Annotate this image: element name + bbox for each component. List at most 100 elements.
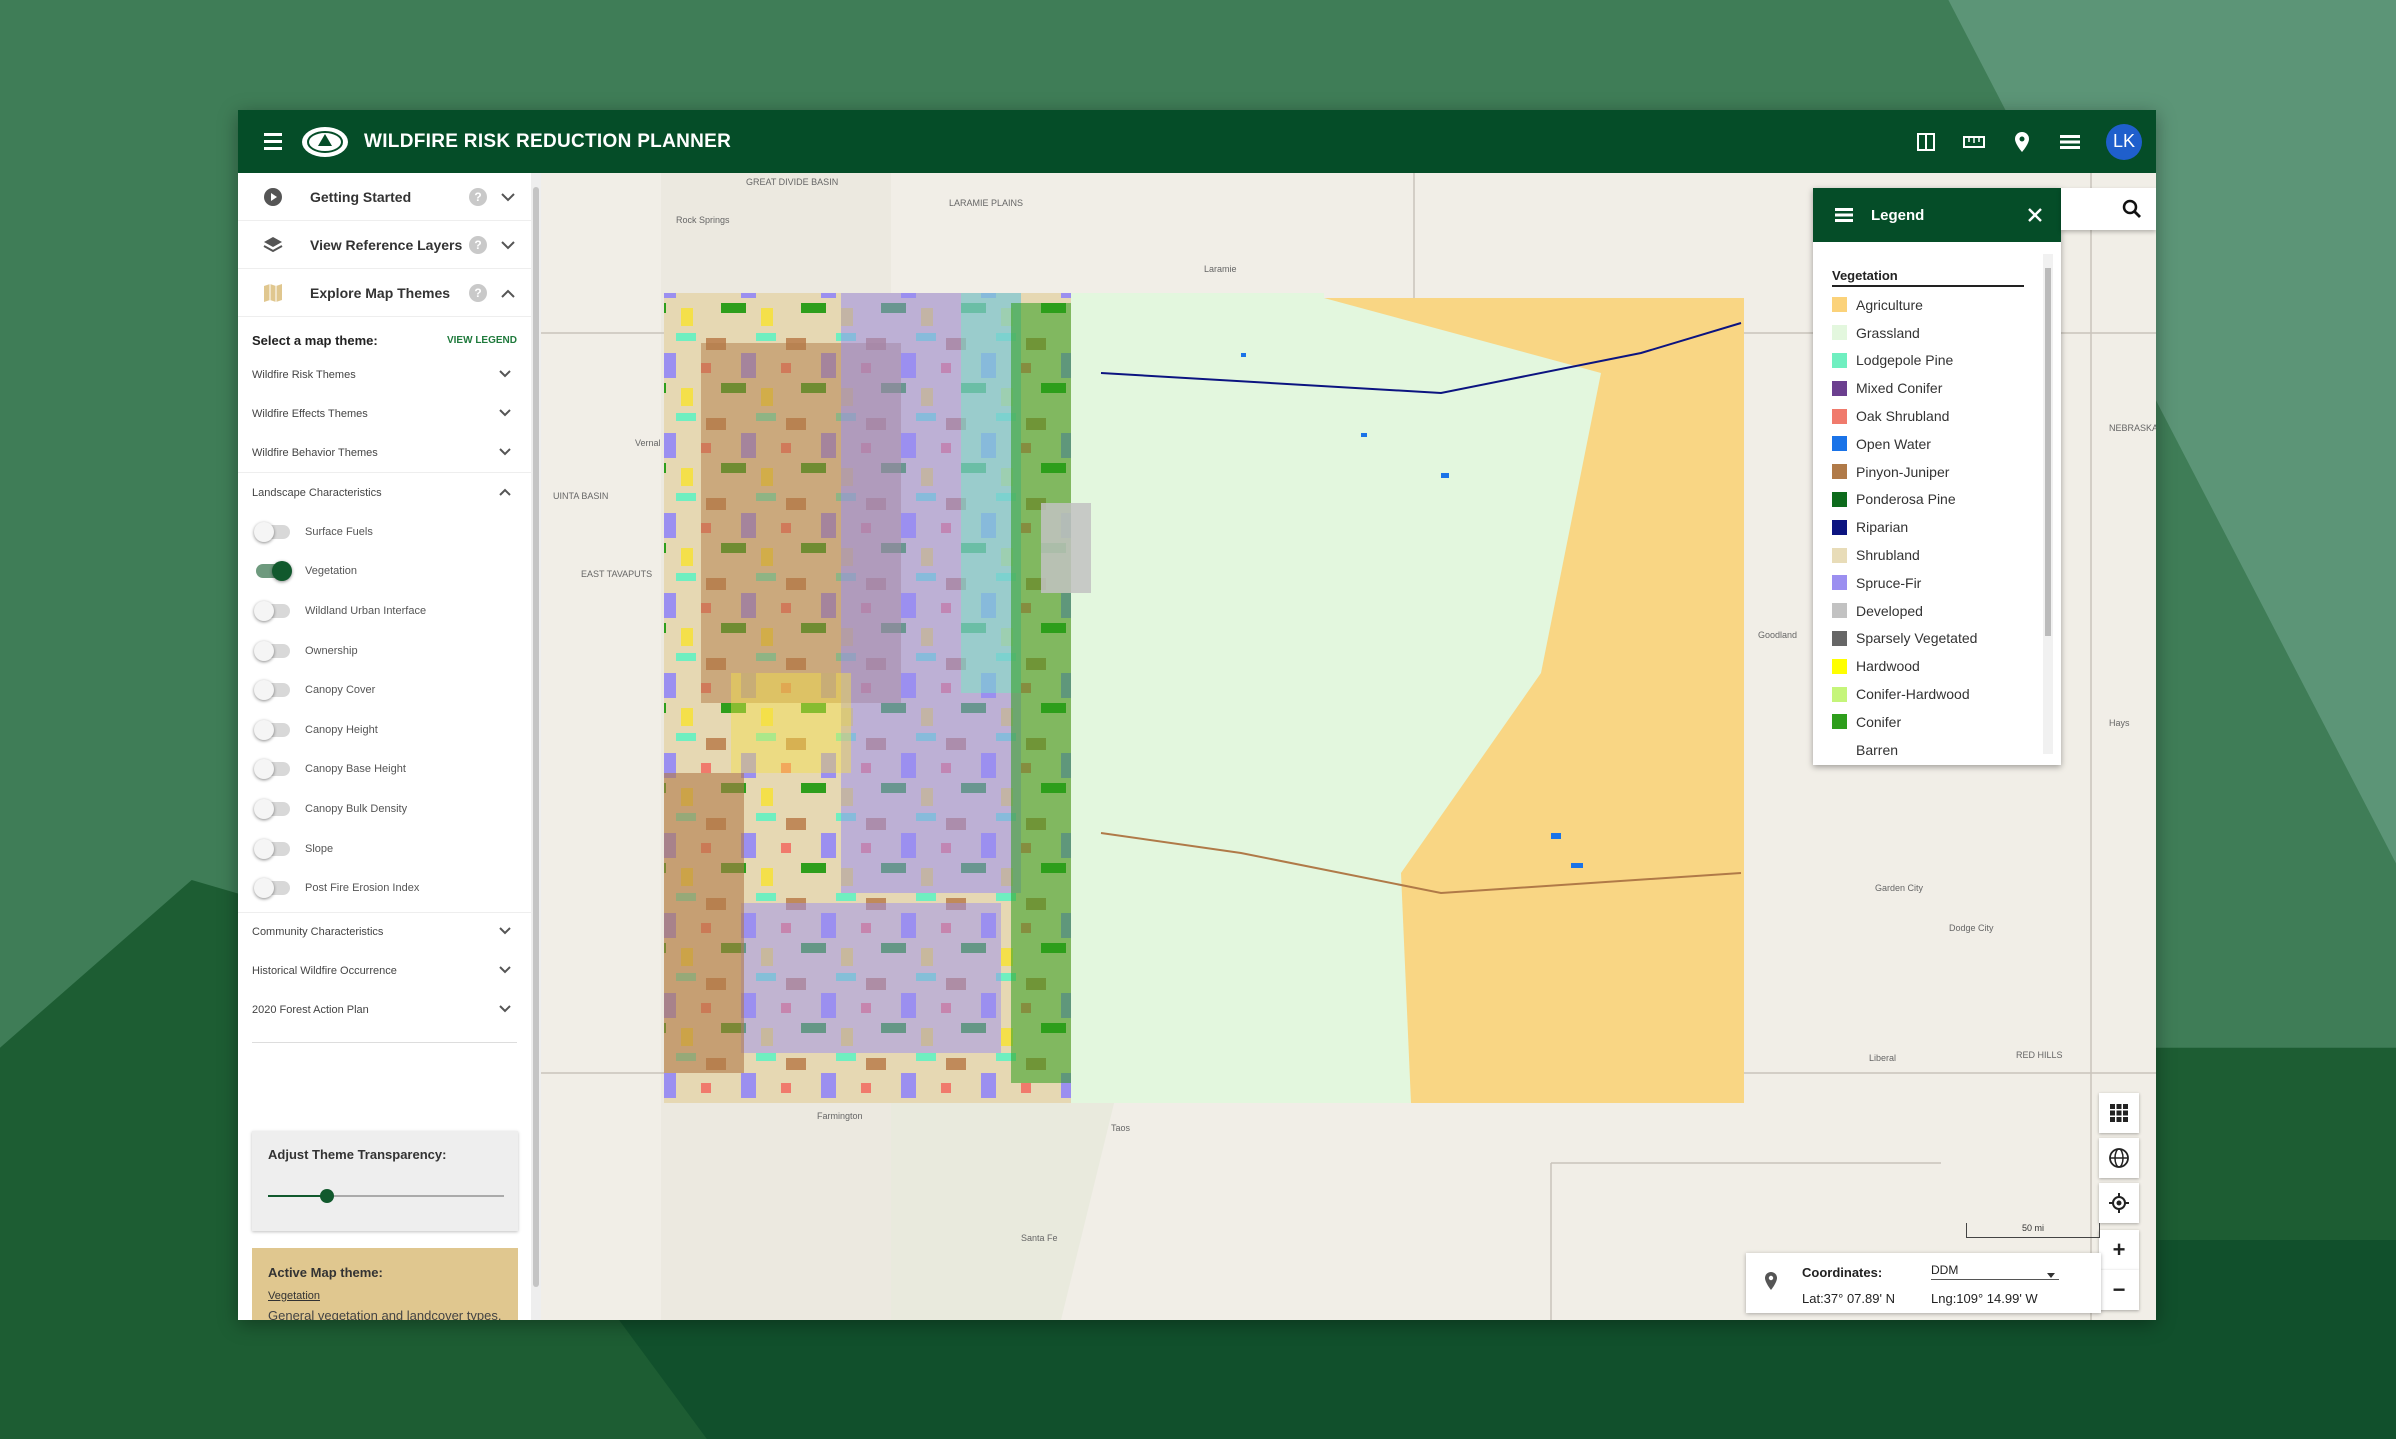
toggle-switch[interactable] [256,561,292,582]
toggle-wildland-urban-interface[interactable]: Wildland Urban Interface [238,591,531,631]
chevron-up-icon[interactable] [501,285,515,301]
toggle-switch[interactable] [254,719,290,740]
map-label: Rock Springs [676,215,730,225]
toggle-canopy-height[interactable]: Canopy Height [238,710,531,750]
map-canvas[interactable]: GREAT DIVIDE BASIN LARAMIE PLAINS Rock S… [541,173,2156,1320]
legend-item: Developed [1832,597,2061,625]
latitude-value: Lat:37° 07.89' N [1802,1291,1895,1306]
theme-group-label: Historical Wildfire Occurrence [252,965,397,978]
section-explore-map-themes[interactable]: Explore Map Themes ? [238,269,531,317]
chevron-down-icon[interactable] [501,237,515,253]
map-label: Hays [2109,718,2130,728]
coordinates-pin-icon [1764,1271,1778,1294]
legend-item: Mixed Conifer [1832,374,2061,402]
toggle-switch[interactable] [254,521,290,542]
zoom-in-button[interactable]: + [2099,1230,2139,1270]
legend-item-label: Lodgepole Pine [1856,352,1954,369]
toggle-surface-fuels[interactable]: Surface Fuels [238,512,531,552]
legend-swatch [1832,575,1847,591]
basemap-grid-icon[interactable] [2099,1093,2139,1133]
legend-item: Oak Shrubland [1832,402,2061,430]
legend-swatch [1832,686,1847,702]
section-label: Explore Map Themes [310,284,451,301]
ruler-icon[interactable] [1962,130,1986,154]
toggle-switch[interactable] [254,798,290,819]
section-view-reference-layers[interactable]: View Reference Layers ? [238,221,531,269]
toggle-canopy-base-height[interactable]: Canopy Base Height [238,750,531,790]
legend-swatch [1832,491,1847,507]
legend-item-label: Open Water [1856,435,1931,452]
toggle-switch[interactable] [254,878,290,899]
map-pin-icon[interactable] [2010,130,2034,154]
legend-scrollbar[interactable] [2043,254,2053,754]
theme-group-2020-forest-action-plan[interactable]: 2020 Forest Action Plan [238,991,531,1030]
legend-item-label: Shrubland [1856,547,1920,564]
map-label: UINTA BASIN [553,491,609,501]
theme-group-community-characteristics[interactable]: Community Characteristics [238,911,531,952]
toggle-switch[interactable] [254,838,290,859]
sidebar-scrollbar[interactable] [531,173,541,1320]
theme-group-wildfire-risk[interactable]: Wildfire Risk Themes [238,355,531,394]
theme-group-historical-wildfire-occurrence[interactable]: Historical Wildfire Occurrence [238,952,531,991]
legend-item-label: Hardwood [1856,658,1920,675]
legend-item: Conifer [1832,708,2061,736]
toggle-slope[interactable]: Slope [238,829,531,869]
theme-group-label: Wildfire Effects Themes [252,407,368,420]
toggle-switch[interactable] [254,640,290,661]
legend-item-label: Barren [1856,741,1899,758]
split-view-icon[interactable] [1914,130,1938,154]
legend-list-icon [1835,208,1853,222]
toggle-canopy-bulk-density[interactable]: Canopy Bulk Density [238,789,531,829]
help-icon[interactable]: ? [469,187,487,206]
chevron-down-icon[interactable] [501,189,515,205]
active-theme-link[interactable]: Vegetation [268,1290,518,1302]
top-bar: WILDFIRE RISK REDUCTION PLANNER LK [238,110,2156,173]
help-icon[interactable]: ? [469,283,487,302]
hamburger-menu-icon[interactable] [264,133,282,150]
legend-item-label: Conifer [1856,713,1902,730]
legend-item: Riparian [1832,513,2061,541]
globe-icon[interactable] [2099,1138,2139,1178]
toggle-post-fire-erosion-index[interactable]: Post Fire Erosion Index [238,868,531,908]
toggle-ownership[interactable]: Ownership [238,631,531,671]
toggle-canopy-cover[interactable]: Canopy Cover [238,670,531,710]
map-label: Farmington [817,1111,863,1121]
legend-swatch [1832,325,1847,341]
search-button[interactable] [2061,188,2156,230]
theme-group-wildfire-effects[interactable]: Wildfire Effects Themes [238,394,531,433]
theme-group-label: Landscape Characteristics [252,486,382,499]
coordinates-panel: Coordinates: DDM Lat:37° 07.89' N Lng:10… [1746,1253,2101,1313]
toggle-switch[interactable] [254,600,290,621]
legend-section-title: Vegetation [1832,268,2024,287]
chevron-down-icon [499,1004,511,1016]
transparency-slider[interactable] [268,1189,504,1203]
close-icon[interactable] [2027,207,2043,223]
theme-group-landscape-characteristics[interactable]: Landscape Characteristics [238,472,531,512]
legend-item: Pinyon-Juniper [1832,458,2061,486]
map-label: RED HILLS [2016,1050,2063,1060]
toggle-vegetation[interactable]: Vegetation [238,552,531,592]
legend-item-label: Pinyon-Juniper [1856,463,1950,480]
slider-knob[interactable] [320,1189,334,1203]
coordinate-format-select[interactable]: DDM [1931,1263,2059,1280]
section-label: View Reference Layers [310,236,463,253]
legend-item-label: Conifer-Hardwood [1856,686,1970,703]
legend-item: Spruce-Fir [1832,569,2061,597]
legend-swatch [1832,714,1847,730]
app-window: WILDFIRE RISK REDUCTION PLANNER LK Getti… [238,110,2156,1320]
map-label: Garden City [1875,883,1924,893]
toggle-switch[interactable] [254,680,290,701]
help-icon[interactable]: ? [469,235,487,254]
layers-list-icon[interactable] [2058,130,2082,154]
section-getting-started[interactable]: Getting Started ? [238,173,531,221]
map-label: Dodge City [1949,923,1994,933]
view-legend-link[interactable]: VIEW LEGEND [447,335,517,346]
toggle-switch[interactable] [254,759,290,780]
locate-icon[interactable] [2099,1183,2139,1223]
zoom-out-button[interactable]: − [2099,1270,2139,1310]
toggle-label: Post Fire Erosion Index [305,882,420,895]
map-tools [2099,1093,2139,1228]
user-avatar[interactable]: LK [2106,123,2142,160]
theme-group-wildfire-behavior[interactable]: Wildfire Behavior Themes [238,433,531,472]
play-circle-icon [262,186,284,208]
